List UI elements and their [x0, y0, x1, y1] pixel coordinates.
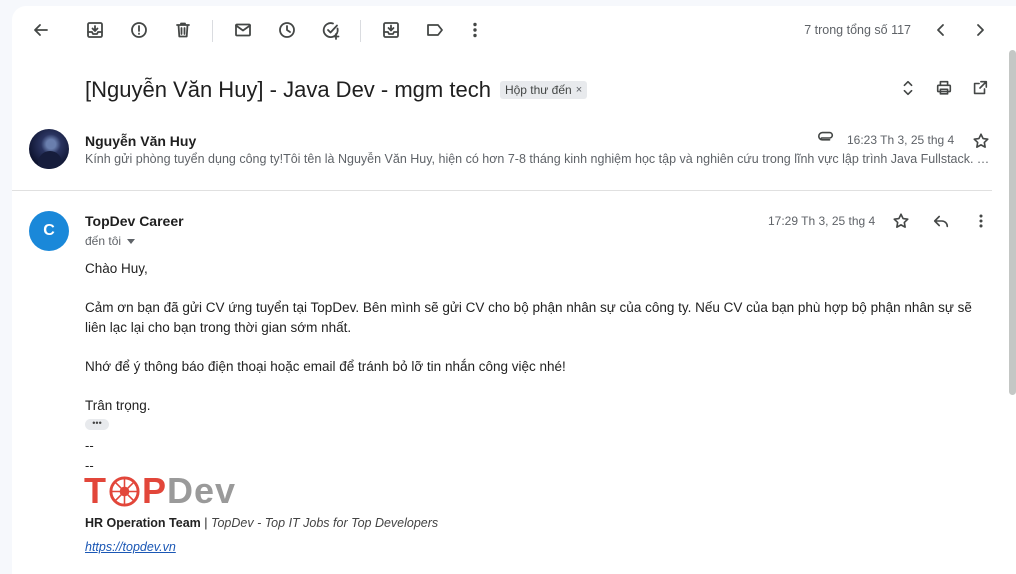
message-date: 17:29 Th 3, 25 thg 4: [768, 214, 876, 228]
star-icon[interactable]: [887, 207, 915, 235]
toolbar-divider: [360, 20, 361, 42]
signature-website-link[interactable]: https://topdev.vn: [85, 540, 176, 554]
signature-line: HR Operation Team | TopDev - Top IT Jobs…: [85, 516, 438, 530]
body-greeting: Chào Huy,: [85, 261, 148, 276]
body-paragraph-1: Cảm ơn bạn đã gửi CV ứng tuyển tại TopDe…: [85, 300, 972, 335]
next-email-icon[interactable]: [964, 16, 996, 44]
more-options-icon[interactable]: [967, 207, 995, 235]
body-closing: Trân trọng.: [85, 398, 151, 413]
label-chip-text: Hộp thư đến: [504, 83, 572, 97]
toolbar: 7 trong tổng số 117: [12, 6, 1016, 54]
email-panel: 7 trong tổng số 117 [Nguyễn Văn Huy] - J…: [12, 6, 1016, 574]
toolbar-divider: [212, 20, 213, 42]
attachment-icon: [815, 127, 837, 149]
star-icon[interactable]: [967, 127, 995, 155]
delete-icon[interactable]: [167, 16, 199, 44]
reply-icon[interactable]: [927, 207, 955, 235]
sender-avatar-photo: [29, 129, 69, 169]
signature-team: HR Operation Team: [85, 516, 201, 530]
sender-name: Nguyễn Văn Huy: [85, 133, 197, 149]
email-subject: [Nguyễn Văn Huy] - Java Dev - mgm tech: [85, 77, 491, 102]
logo-globe-icon: [109, 475, 140, 507]
sender-name: TopDev Career: [85, 213, 184, 229]
report-spam-icon[interactable]: [123, 16, 155, 44]
subject-row: [Nguyễn Văn Huy] - Java Dev - mgm tech H…: [85, 72, 588, 108]
back-arrow-icon[interactable]: [25, 16, 57, 44]
print-icon[interactable]: [930, 74, 958, 102]
label-icon[interactable]: [419, 16, 451, 44]
chevron-down-icon: [127, 238, 136, 244]
signature-divider: |: [200, 516, 211, 530]
add-task-icon[interactable]: [315, 16, 347, 44]
inbox-label-chip[interactable]: Hộp thư đến ×: [499, 81, 588, 99]
previous-email-icon[interactable]: [925, 16, 957, 44]
signature-tagline: TopDev - Top IT Jobs for Top Developers: [210, 516, 439, 530]
recipient-details-toggle[interactable]: đến tôi: [85, 234, 136, 248]
collapsed-message[interactable]: Nguyễn Văn Huy 16:23 Th 3, 25 thg 4 Kính…: [12, 121, 992, 191]
remove-label-icon[interactable]: ×: [576, 84, 582, 96]
logo-letter-t: T: [84, 470, 107, 511]
show-trimmed-content-button[interactable]: •••: [85, 419, 109, 430]
scrollbar-thumb[interactable]: [1009, 50, 1016, 395]
open-new-window-icon[interactable]: [966, 74, 994, 102]
snooze-icon[interactable]: [271, 16, 303, 44]
sender-avatar: C: [29, 211, 69, 251]
pager-text: 7 trong tổng số 117: [804, 23, 911, 37]
more-icon[interactable]: [459, 16, 491, 44]
logo-text-dev: Dev: [167, 470, 237, 511]
body-paragraph-2: Nhớ để ý thông báo điện thoại hoặc email…: [85, 359, 566, 374]
recipient-text: đến tôi: [85, 234, 122, 248]
mark-unread-icon[interactable]: [227, 16, 259, 44]
move-to-icon[interactable]: [375, 16, 407, 44]
expand-all-icon[interactable]: [894, 74, 922, 102]
message-snippet: Kính gửi phòng tuyển dụng công ty!Tôi tê…: [85, 152, 990, 166]
signature-separator: --: [85, 438, 94, 453]
topdev-logo: T P Dev: [84, 470, 236, 512]
logo-letter-p: P: [142, 470, 168, 511]
archive-icon[interactable]: [79, 16, 111, 44]
message-date: 16:23 Th 3, 25 thg 4: [847, 133, 955, 147]
